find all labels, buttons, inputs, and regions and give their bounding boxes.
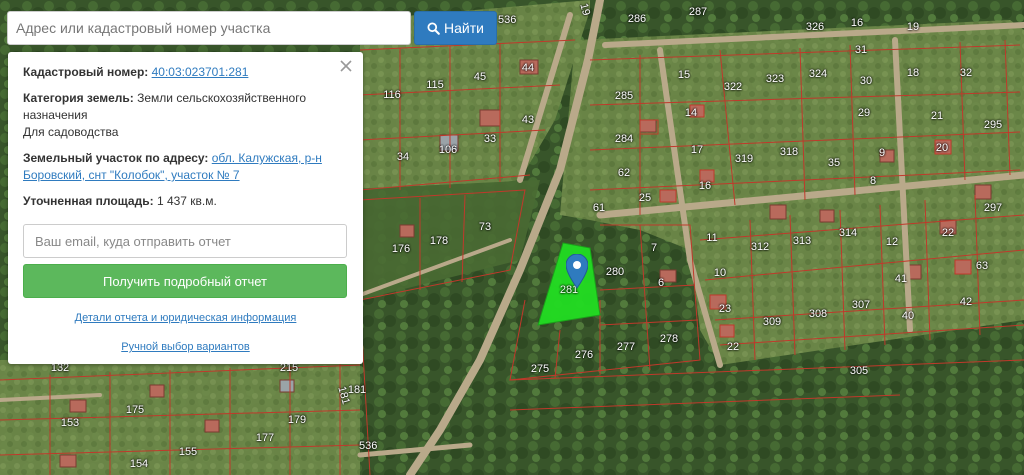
area-label: Уточненная площадь: [23, 194, 154, 208]
road-label: 536 [359, 440, 378, 452]
manual-selection-link[interactable]: Ручной выбор вариантов [8, 341, 363, 353]
search-button[interactable]: Найти [414, 11, 497, 45]
search-button-label: Найти [444, 20, 484, 36]
report-details-link[interactable]: Детали отчета и юридическая информация [8, 312, 363, 324]
land-usage-value: Для садоводства [23, 125, 119, 139]
get-report-button[interactable]: Получить подробный отчет [23, 264, 347, 298]
cadastral-number-label: Кадастровый номер: [23, 65, 149, 79]
search-icon [427, 21, 440, 35]
land-category-label: Категория земель: [23, 91, 134, 105]
road-label: 536 [498, 14, 517, 26]
cadastral-number-row: Кадастровый номер: 40:03:023701:281 [23, 64, 348, 81]
area-value: 1 437 кв.м. [156, 194, 217, 208]
parcel-info-panel: Кадастровый номер: 40:03:023701:281 Кате… [8, 52, 363, 364]
email-input[interactable] [23, 224, 347, 258]
map-marker-icon[interactable] [566, 254, 588, 290]
area-row: Уточненная площадь: 1 437 кв.м. [23, 193, 348, 210]
address-row: Земельный участок по адресу: обл. Калужс… [23, 150, 348, 184]
address-label: Земельный участок по адресу: [23, 151, 209, 165]
land-category-row: Категория земель: Земли сельскохозяйстве… [23, 90, 348, 141]
cadastral-number-link[interactable]: 40:03:023701:281 [152, 65, 249, 79]
close-icon[interactable] [338, 58, 354, 74]
search-input[interactable] [7, 11, 411, 45]
